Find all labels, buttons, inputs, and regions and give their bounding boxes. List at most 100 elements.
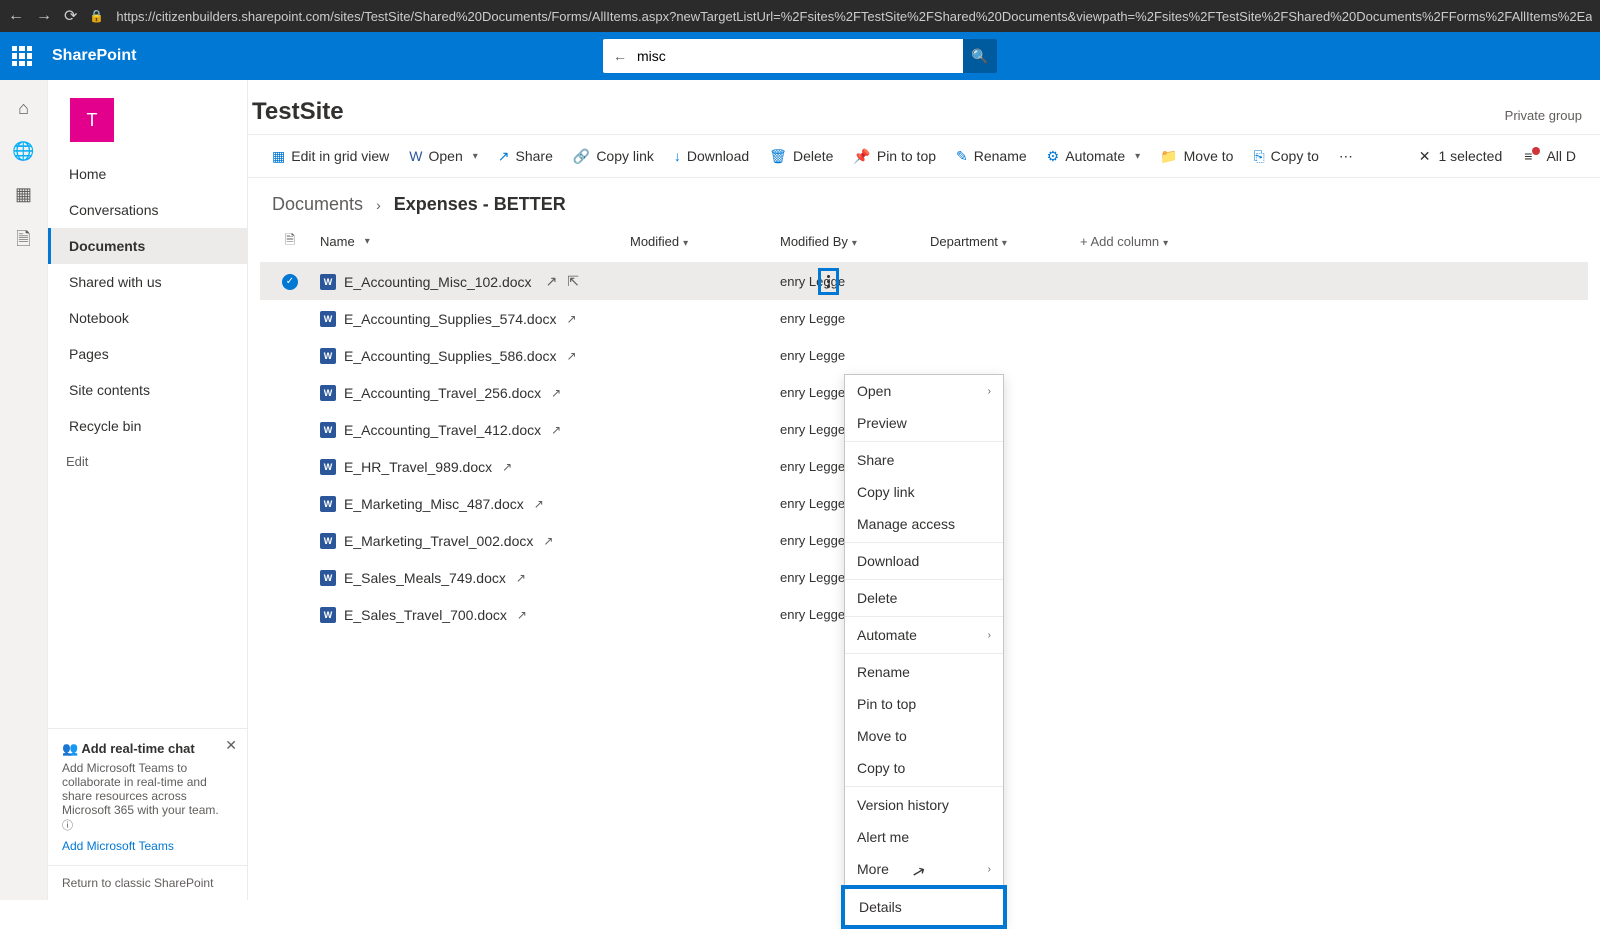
search-container: ← 🔍: [603, 39, 997, 73]
news-icon[interactable]: ▦: [15, 184, 32, 205]
app-launcher-icon[interactable]: [12, 46, 32, 66]
col-modified-by[interactable]: Modified By▾: [780, 234, 930, 249]
share-icon[interactable]: ↗: [567, 349, 577, 363]
table-row[interactable]: WE_Accounting_Supplies_574.docx↗enry Leg…: [260, 300, 1588, 337]
ctx-version-history[interactable]: Version history: [845, 789, 1003, 821]
ctx-open[interactable]: Open›: [845, 375, 1003, 407]
file-name[interactable]: E_HR_Travel_989.docx: [344, 459, 492, 475]
row-more-button[interactable]: [818, 268, 839, 295]
table-row[interactable]: W E_Accounting_Supplies_586.docx ↗ enry Leg…: [260, 337, 1588, 374]
suite-title[interactable]: SharePoint: [52, 47, 136, 65]
modified-by[interactable]: enry Legge: [780, 274, 930, 289]
search-input[interactable]: [637, 48, 953, 64]
cmd-copyto[interactable]: ⎘Copy to: [1245, 135, 1326, 177]
file-name[interactable]: E_Sales_Meals_749.docx: [344, 570, 506, 586]
cmd-copylink[interactable]: 🔗Copy link: [565, 135, 662, 177]
cmd-share[interactable]: ↗Share: [490, 135, 561, 177]
cmd-moveto[interactable]: 📁Move to: [1152, 135, 1241, 177]
nav-recycle[interactable]: Recycle bin: [48, 408, 247, 444]
file-name[interactable]: E_Accounting_Travel_412.docx: [344, 422, 541, 438]
file-name[interactable]: E_Marketing_Travel_002.docx: [344, 533, 533, 549]
ctx-rename[interactable]: Rename: [845, 656, 1003, 688]
check-icon[interactable]: ✓: [282, 274, 298, 290]
browser-reload-icon[interactable]: ⟳: [64, 6, 77, 26]
search-box[interactable]: ←: [603, 39, 963, 73]
nav-edit-link[interactable]: Edit: [48, 444, 247, 479]
share-icon[interactable]: ↗: [516, 571, 526, 585]
file-name[interactable]: E_Accounting_Supplies_586.docx: [344, 348, 557, 364]
home-icon[interactable]: ⌂: [18, 98, 29, 119]
search-submit-button[interactable]: 🔍: [963, 39, 997, 73]
nav-conversations[interactable]: Conversations: [48, 192, 247, 228]
selection-count[interactable]: ✕1 selected: [1419, 148, 1503, 165]
chevron-right-icon: ›: [988, 864, 991, 875]
nav-documents[interactable]: Documents: [48, 228, 247, 264]
share-icon[interactable]: ↗: [543, 534, 553, 548]
context-menu: Open› Preview Share Copy link Manage acc…: [844, 374, 1004, 926]
suite-header: SharePoint ← 🔍: [0, 32, 1600, 80]
col-modified[interactable]: Modified▾: [630, 234, 780, 249]
ctx-details[interactable]: Details: [841, 885, 1007, 929]
nav-pages[interactable]: Pages: [48, 336, 247, 372]
ctx-manage-access[interactable]: Manage access: [845, 508, 1003, 540]
nav-shared[interactable]: Shared with us: [48, 264, 247, 300]
clear-selection-icon[interactable]: ✕: [1419, 148, 1431, 165]
promo-link[interactable]: Add Microsoft Teams: [62, 839, 233, 853]
cmd-delete[interactable]: 🗑Delete: [761, 135, 841, 177]
file-name[interactable]: E_Accounting_Travel_256.docx: [344, 385, 541, 401]
word-file-icon: W: [320, 348, 336, 364]
ctx-alert[interactable]: Alert me: [845, 821, 1003, 853]
cmd-open[interactable]: WOpen▾: [401, 135, 486, 177]
ctx-share[interactable]: Share: [845, 444, 1003, 476]
ctx-moveto[interactable]: Move to: [845, 720, 1003, 752]
site-title[interactable]: TestSite: [252, 98, 344, 126]
site-logo[interactable]: T: [70, 98, 114, 142]
ctx-download[interactable]: Download: [845, 545, 1003, 577]
modified-by[interactable]: enry Legge: [780, 348, 930, 363]
share-icon[interactable]: ↗: [551, 386, 561, 400]
browser-forward-icon[interactable]: →: [36, 7, 52, 25]
ctx-preview[interactable]: Preview: [845, 407, 1003, 439]
ctx-copylink[interactable]: Copy link: [845, 476, 1003, 508]
cmd-pin[interactable]: 📌Pin to top: [845, 135, 944, 177]
browser-url[interactable]: https://citizenbuilders.sharepoint.com/s…: [116, 9, 1592, 24]
col-name[interactable]: Name▾: [320, 234, 630, 249]
ctx-pin[interactable]: Pin to top: [845, 688, 1003, 720]
open-icon[interactable]: ⇱: [567, 273, 579, 290]
nav-home[interactable]: Home: [48, 156, 247, 192]
table-row[interactable]: ✓WE_Accounting_Misc_102.docx↗⇱enry Legge: [260, 263, 1588, 300]
cmd-rename[interactable]: ✎Rename: [948, 135, 1035, 177]
share-icon[interactable]: ↗: [534, 497, 544, 511]
breadcrumb-root[interactable]: Documents: [272, 194, 363, 214]
ctx-automate[interactable]: Automate›: [845, 619, 1003, 651]
share-icon[interactable]: ↗: [517, 608, 527, 622]
info-icon[interactable]: ⓘ: [62, 820, 73, 832]
classic-link[interactable]: Return to classic SharePoint: [48, 865, 247, 900]
close-icon[interactable]: ✕: [225, 737, 237, 754]
cmd-edit-grid[interactable]: ▦Edit in grid view: [264, 135, 397, 177]
nav-notebook[interactable]: Notebook: [48, 300, 247, 336]
search-back-icon[interactable]: ←: [613, 48, 627, 64]
col-department[interactable]: Department▾: [930, 234, 1080, 249]
ctx-delete[interactable]: Delete: [845, 582, 1003, 614]
files-icon[interactable]: 🗎: [16, 227, 30, 257]
file-name[interactable]: E_Sales_Travel_700.docx: [344, 607, 507, 623]
browser-back-icon[interactable]: ←: [8, 7, 24, 25]
file-name[interactable]: E_Accounting_Misc_102.docx: [344, 274, 532, 290]
share-icon[interactable]: ↗: [546, 273, 558, 290]
file-name[interactable]: E_Accounting_Supplies_574.docx: [344, 311, 557, 327]
nav-site-contents[interactable]: Site contents: [48, 372, 247, 408]
cmd-more[interactable]: ⋯: [1331, 135, 1361, 177]
share-icon[interactable]: ↗: [502, 460, 512, 474]
share-icon[interactable]: ↗: [567, 312, 577, 326]
col-add[interactable]: + Add column▾: [1080, 234, 1230, 249]
file-name[interactable]: E_Marketing_Misc_487.docx: [344, 496, 524, 512]
modified-by[interactable]: enry Legge: [780, 311, 930, 326]
ctx-copyto[interactable]: Copy to: [845, 752, 1003, 784]
cmd-automate[interactable]: ⚙Automate▾: [1039, 135, 1149, 177]
cmd-download[interactable]: ↓Download: [666, 135, 757, 177]
globe-icon[interactable]: 🌐: [12, 141, 34, 162]
cmd-view-switch[interactable]: ≡All D: [1516, 148, 1584, 164]
teams-icon: 👥: [62, 741, 78, 756]
share-icon[interactable]: ↗: [551, 423, 561, 437]
